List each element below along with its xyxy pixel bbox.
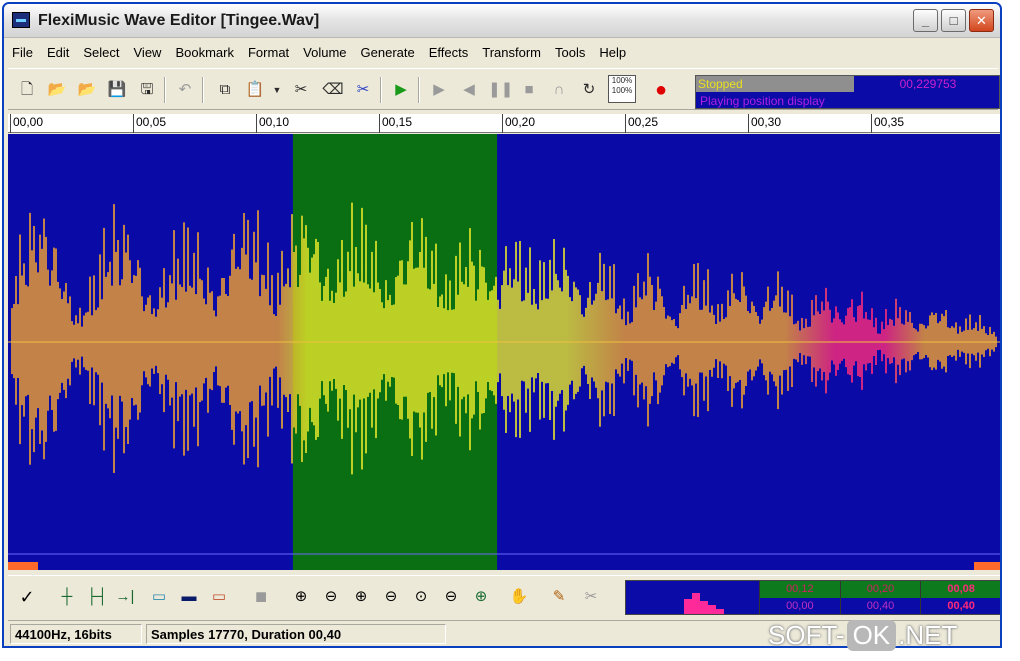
- zoom-in-icon[interactable]: ⊕: [290, 586, 312, 608]
- rewind-icon[interactable]: ◀: [458, 79, 480, 101]
- selection-end-time: 00,20: [839, 581, 921, 598]
- toolbar-separator: [380, 77, 382, 103]
- loop-icon[interactable]: ∩: [548, 79, 570, 101]
- menu-edit[interactable]: Edit: [47, 45, 69, 60]
- selection-length-time: 00,08: [920, 581, 1000, 598]
- zoom-100-button[interactable]: 100% 100%: [608, 75, 636, 103]
- level-histogram: [684, 593, 724, 614]
- checkmark-icon[interactable]: ✓: [16, 586, 38, 608]
- menu-bar: File Edit Select View Bookmark Format Vo…: [4, 39, 1000, 65]
- toolbar-separator: [164, 77, 166, 103]
- stop-icon[interactable]: ■: [518, 79, 540, 101]
- waveform-view[interactable]: [8, 134, 1002, 570]
- selection-times-grid: 00,12 00,20 00,08 00,00 00,40 00,40: [759, 581, 1000, 614]
- view-length-time: 00,40: [920, 597, 1000, 614]
- pause-icon[interactable]: ❚❚: [488, 79, 513, 101]
- open-folder-icon[interactable]: 📂: [46, 79, 68, 101]
- disabled-cut-icon[interactable]: ✂: [580, 586, 602, 608]
- menu-format[interactable]: Format: [248, 45, 289, 60]
- record-icon[interactable]: ●: [650, 79, 672, 101]
- zoom-out-icon[interactable]: ⊖: [320, 586, 342, 608]
- zoom-fit-icon[interactable]: ⊖: [440, 586, 462, 608]
- maximize-button[interactable]: □: [941, 9, 966, 32]
- window-title: FlexiMusic Wave Editor [Tingee.Wav]: [38, 12, 320, 29]
- menu-effects[interactable]: Effects: [429, 45, 469, 60]
- waveform-trace: [11, 202, 997, 475]
- copy-icon[interactable]: ⧉: [214, 79, 236, 101]
- fit-width-icon[interactable]: ▭: [148, 586, 170, 608]
- app-icon: [12, 12, 30, 28]
- paste-icon[interactable]: 📋: [244, 79, 266, 101]
- pencil-icon[interactable]: ✎: [548, 586, 570, 608]
- site-watermark: SOFT- OK .NET: [768, 617, 957, 653]
- watermark-box: OK: [846, 619, 897, 651]
- paste-dropdown-icon[interactable]: ▼: [266, 79, 288, 101]
- ruler-tick: 00,05: [133, 114, 166, 133]
- menu-select[interactable]: Select: [83, 45, 119, 60]
- ruler-tick: 00,25: [625, 114, 658, 133]
- menu-help[interactable]: Help: [599, 45, 626, 60]
- watermark-left: SOFT-: [768, 619, 845, 650]
- new-file-icon[interactable]: 🗋: [16, 79, 38, 101]
- view-start-time: 00,00: [759, 597, 840, 614]
- playback-state: Stopped: [696, 76, 854, 92]
- save-as-icon[interactable]: 🖫: [136, 79, 158, 101]
- ruler-tick: 00,35: [871, 114, 904, 133]
- open-recent-icon[interactable]: 📂: [76, 79, 98, 101]
- select-range-icon[interactable]: ├┤: [86, 586, 108, 608]
- ruler-tick: 00,00: [10, 114, 43, 133]
- toolbar-separator: [202, 77, 204, 103]
- zoom-in-horizontal-icon[interactable]: ⊕: [350, 586, 372, 608]
- ruler-tick: 00,15: [379, 114, 412, 133]
- zoom-all-icon[interactable]: ⊕: [470, 586, 492, 608]
- selection-start-time: 00,12: [759, 581, 840, 598]
- playing-position-label: Playing position display: [700, 94, 825, 108]
- minimize-button[interactable]: _: [913, 9, 938, 32]
- scroll-marker-right: [974, 562, 1000, 570]
- time-ruler[interactable]: 00,00 00,05 00,10 00,15 00,20 00,25 00,3…: [8, 114, 1000, 133]
- watermark-right: .NET: [898, 619, 958, 650]
- toolbar-separator: [418, 77, 420, 103]
- scroll-marker-left: [8, 562, 38, 570]
- menu-volume[interactable]: Volume: [303, 45, 346, 60]
- view-end-time: 00,40: [839, 597, 921, 614]
- zoom-out-horizontal-icon[interactable]: ⊖: [380, 586, 402, 608]
- menu-view[interactable]: View: [134, 45, 162, 60]
- trim-icon[interactable]: ✂: [352, 79, 374, 101]
- playback-time: 00,229753: [899, 77, 957, 91]
- select-end-icon[interactable]: →|: [114, 586, 136, 608]
- cut-icon[interactable]: ✂: [290, 79, 312, 101]
- edit-toolbar: ✓ ┼ ├┤ →| ▭ ▬ ▭ ■ ⊕ ⊖ ⊕ ⊖ ⊙ ⊖ ⊕ ✋ ✎ ✂ 00…: [8, 575, 1000, 617]
- hand-tool-icon[interactable]: ✋: [508, 586, 530, 608]
- repeat-icon[interactable]: ↻: [578, 79, 600, 101]
- audio-format: 44100Hz, 16bits: [10, 624, 142, 644]
- ruler-tick: 00,20: [502, 114, 535, 133]
- app-window: FlexiMusic Wave Editor [Tingee.Wav] _ □ …: [2, 2, 1002, 648]
- play-icon[interactable]: ▶: [390, 79, 412, 101]
- waveform-canvas[interactable]: [8, 134, 1002, 570]
- menu-bookmark[interactable]: Bookmark: [175, 45, 234, 60]
- save-icon[interactable]: 💾: [106, 79, 128, 101]
- crop-icon[interactable]: ▭: [208, 586, 230, 608]
- playback-status-panel: Stopped 00,229753 Playing position displ…: [695, 75, 1000, 109]
- play-selection-icon[interactable]: ▶: [428, 79, 450, 101]
- menu-file[interactable]: File: [12, 45, 33, 60]
- disabled-block-icon[interactable]: ■: [250, 586, 272, 608]
- title-bar: FlexiMusic Wave Editor [Tingee.Wav] _ □ …: [4, 4, 1000, 38]
- menu-transform[interactable]: Transform: [482, 45, 541, 60]
- sample-info: Samples 17770, Duration 00,40: [146, 624, 446, 644]
- erase-icon[interactable]: ⌫: [322, 79, 344, 101]
- level-meter-panel: 00,12 00,20 00,08 00,00 00,40 00,40: [625, 580, 1000, 615]
- undo-icon[interactable]: ↶: [174, 79, 196, 101]
- main-toolbar: 🗋 📂 📂 💾 🖫 ↶ ⧉ 📋 ▼ ✂ ⌫ ✂ ▶ ▶ ◀ ❚❚ ■ ∩ ↻ 1…: [8, 68, 1000, 110]
- menu-generate[interactable]: Generate: [361, 45, 415, 60]
- fill-icon[interactable]: ▬: [178, 586, 200, 608]
- marker-icon[interactable]: ┼: [56, 586, 78, 608]
- close-button[interactable]: ✕: [969, 9, 994, 32]
- ruler-tick: 00,10: [256, 114, 289, 133]
- ruler-tick: 00,30: [748, 114, 781, 133]
- menu-tools[interactable]: Tools: [555, 45, 585, 60]
- zoom-selection-icon[interactable]: ⊙: [410, 586, 432, 608]
